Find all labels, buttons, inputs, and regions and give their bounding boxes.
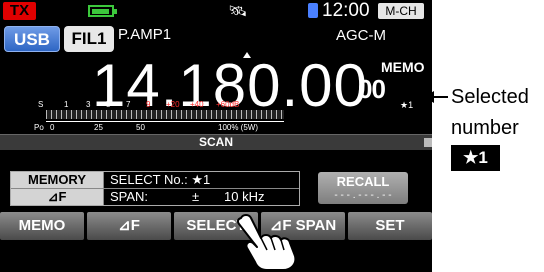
s-scale-tick: 5: [106, 100, 111, 109]
callout-line-2: number: [451, 117, 519, 139]
s-scale-tick: +60dB: [216, 100, 240, 109]
status-bar: TX 🛰 12:00 M-CH: [0, 0, 432, 22]
s-scale-tick: 9: [146, 100, 151, 109]
po-scale-tick: 25: [94, 123, 103, 132]
scan-settings-panel: MEMORY ⊿F SELECT No.: ★1 SPAN: ± 10 kHz: [10, 171, 300, 206]
delta-f-row-label: ⊿F: [47, 189, 67, 204]
selected-number-callout: Selected number: [451, 82, 529, 144]
callout-line-1: Selected: [451, 86, 529, 108]
meter-bar: [46, 110, 284, 119]
scan-title: SCAN: [0, 135, 432, 150]
span-label: SPAN:: [110, 189, 149, 204]
memo-channel-number: 00: [358, 74, 386, 104]
recall-label: RECALL: [336, 174, 390, 189]
satellite-icon: 🛰: [228, 3, 248, 20]
po-scale-tick: 50: [136, 123, 145, 132]
recall-frequency: - - - . - - - . - -: [334, 190, 392, 201]
s-scale-tick: +20: [166, 100, 180, 109]
scan-row-values: SELECT No.: ★1 SPAN: ± 10 kHz: [104, 172, 299, 205]
clock: 12:00: [322, 0, 370, 21]
po-scale-label: Po: [34, 123, 44, 132]
softkey-bar: MEMO ⊿F SELECT ⊿F SPAN SET: [0, 212, 432, 240]
s-scale-tick: 3: [86, 100, 91, 109]
selected-number-badge: ★1: [451, 145, 500, 171]
memory-row-label: MEMORY: [11, 172, 103, 189]
recall-button[interactable]: RECALL - - - . - - - . - -: [318, 172, 408, 204]
callout-arrow-icon: [424, 91, 448, 103]
tx-indicator: TX: [3, 2, 36, 20]
set-softkey[interactable]: SET: [348, 212, 432, 240]
select-number-value: SELECT No.: ★1: [104, 172, 299, 189]
preamp-label: P.AMP1: [118, 26, 172, 43]
scan-row-labels: MEMORY ⊿F: [11, 172, 104, 205]
po-scale-tick: 100% (5W): [218, 123, 259, 132]
memo-selected-number: ★1: [400, 100, 414, 110]
radio-display: TX 🛰 12:00 M-CH USB FIL1 P.AMP1 AGC-M 14…: [0, 0, 432, 272]
memory-channel-indicator[interactable]: M-CH: [378, 3, 424, 19]
span-sign: ±: [192, 189, 200, 204]
s-scale-tick: 1: [64, 100, 69, 109]
meter-baseline: [46, 121, 284, 122]
s-scale-tick: +40: [190, 100, 204, 109]
filter-button[interactable]: FIL1: [64, 26, 114, 52]
s-scale-tick: 7: [126, 100, 131, 109]
span-value: 10 kHz: [224, 189, 265, 204]
memo-label: MEMO: [381, 59, 425, 75]
s-scale-label: S: [38, 100, 44, 109]
sd-card-icon: [308, 3, 318, 18]
s-meter: S 1 3 5 7 9 +20 +40 +60dB Po 0 25 50 100…: [0, 100, 290, 136]
battery-icon: [88, 5, 117, 17]
memo-softkey[interactable]: MEMO: [0, 212, 84, 240]
scan-screen: SCAN MEMORY ⊿F SELECT No.: ★1 SPAN: ± 10…: [0, 134, 432, 211]
mode-button[interactable]: USB: [4, 26, 60, 52]
agc-label: AGC-M: [336, 27, 386, 44]
delta-f-softkey[interactable]: ⊿F: [87, 212, 171, 240]
pointing-hand-icon: [236, 214, 297, 271]
po-scale-tick: 0: [50, 123, 55, 132]
span-row: SPAN: ± 10 kHz: [104, 189, 299, 205]
